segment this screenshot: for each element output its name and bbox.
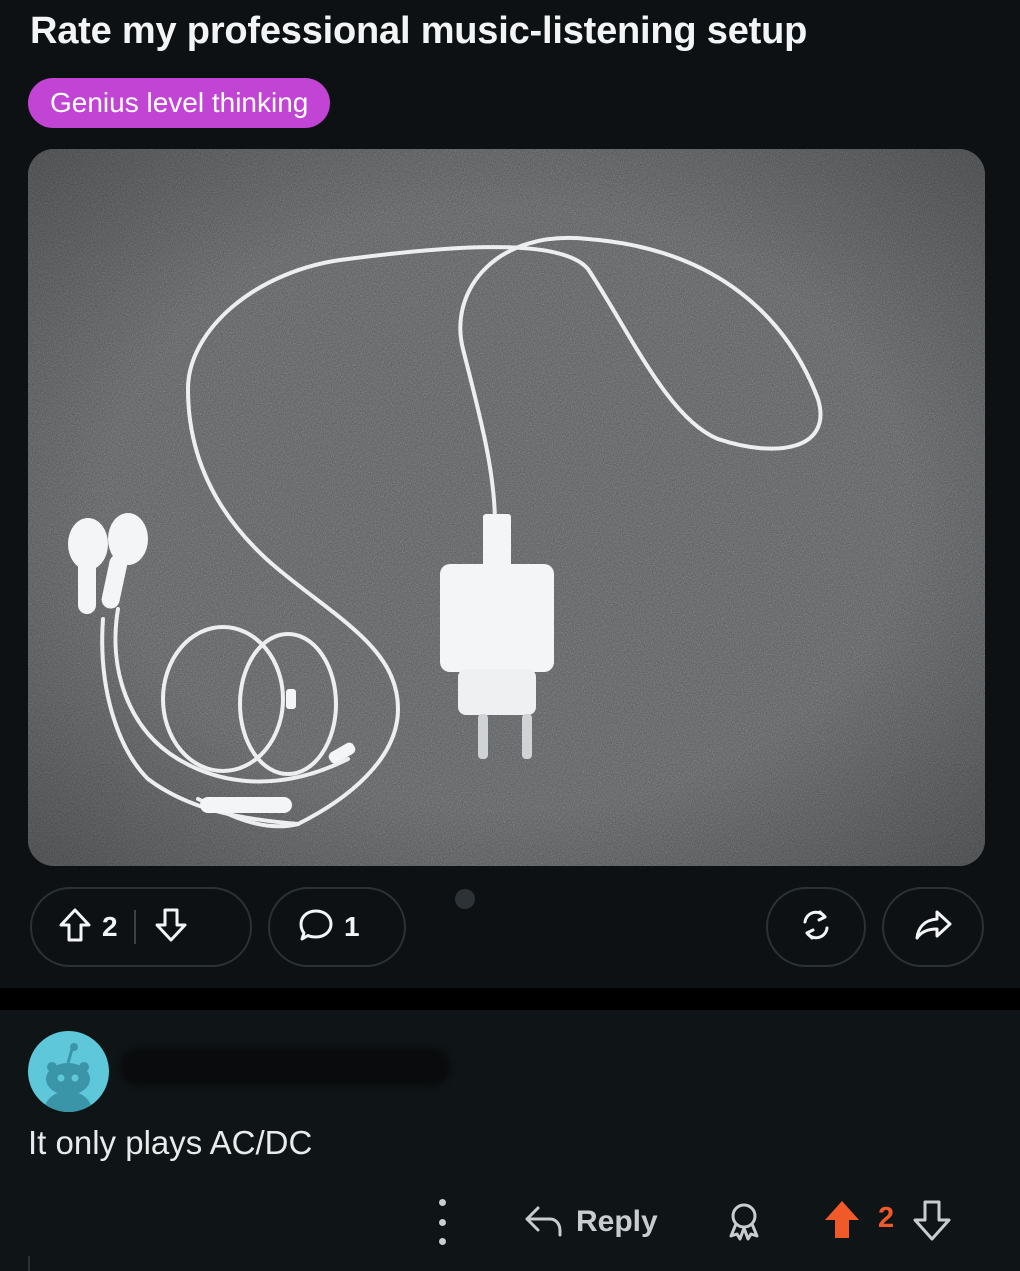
thread-line (28, 1256, 30, 1271)
comments-button[interactable]: 1 (268, 887, 406, 967)
redacted-username (120, 1048, 450, 1086)
comment-icon (298, 907, 334, 948)
comment-downvote-icon[interactable] (912, 1198, 952, 1247)
comment-upvote-icon[interactable] (822, 1198, 862, 1247)
reply-label: Reply (576, 1205, 658, 1238)
crosspost-button[interactable] (766, 887, 866, 967)
more-dot (438, 1238, 446, 1245)
upvote-icon[interactable] (58, 907, 92, 948)
snoo-avatar-icon[interactable] (28, 1031, 109, 1112)
post-vote-count: 2 (102, 911, 118, 942)
section-divider (0, 988, 1020, 1010)
comment-body: It only plays AC/DC (28, 1124, 313, 1161)
reply-button[interactable]: Reply (522, 1198, 658, 1246)
vote-divider (133, 910, 136, 944)
post-comment-count: 1 (344, 911, 360, 942)
post-title: Rate my professional music-listening set… (30, 10, 808, 52)
more-dot (438, 1218, 446, 1226)
share-icon (913, 907, 953, 948)
post-flair[interactable]: Genius level thinking (28, 78, 331, 128)
more-dot (438, 1199, 446, 1206)
post-image[interactable] (28, 149, 985, 866)
crosspost-icon (796, 905, 836, 950)
downvote-icon[interactable] (154, 907, 188, 948)
vote-bar: 2 (30, 887, 252, 967)
award-icon[interactable] (724, 1200, 764, 1247)
share-button[interactable] (882, 887, 984, 967)
reply-icon (522, 1200, 564, 1245)
carousel-dot (455, 889, 475, 909)
comment-score: 2 (878, 1202, 895, 1234)
more-options-button[interactable] (428, 1199, 456, 1245)
